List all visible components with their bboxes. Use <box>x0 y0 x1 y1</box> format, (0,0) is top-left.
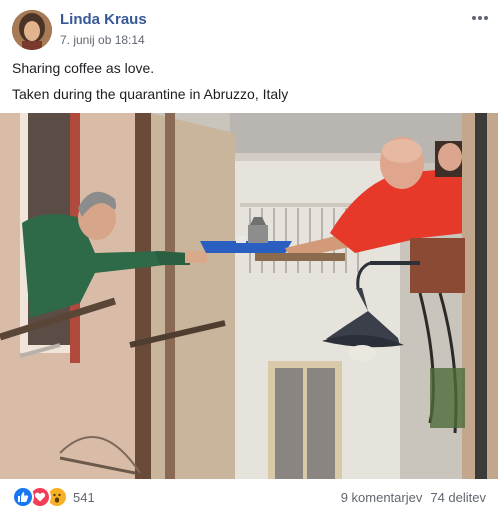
reactions-summary[interactable]: 541 <box>12 486 95 508</box>
avatar[interactable] <box>12 10 52 50</box>
post-header: Linda Kraus 7. junij ob 18:14 <box>0 0 498 56</box>
post-stats: 9 komentarjev 74 delitev <box>341 490 486 505</box>
photo-image <box>0 113 498 479</box>
more-options-icon[interactable] <box>468 8 492 28</box>
post-footer: 541 9 komentarjev 74 delitev <box>0 479 498 519</box>
post-caption-line: Taken during the quarantine in Abruzzo, … <box>12 86 289 102</box>
facebook-post: Linda Kraus 7. junij ob 18:14 Sharing co… <box>0 0 498 519</box>
post-timestamp[interactable]: 7. junij ob 18:14 <box>60 33 145 47</box>
post-photo[interactable] <box>0 113 498 479</box>
reaction-count: 541 <box>73 489 95 505</box>
shares-count-link[interactable]: 74 delitev <box>430 490 486 505</box>
avatar-image <box>12 10 52 50</box>
post-caption-line: Sharing coffee as love. <box>12 60 155 76</box>
author-name-link[interactable]: Linda Kraus <box>60 11 147 28</box>
comments-count-link[interactable]: 9 komentarjev <box>341 490 423 505</box>
like-icon <box>12 486 34 508</box>
